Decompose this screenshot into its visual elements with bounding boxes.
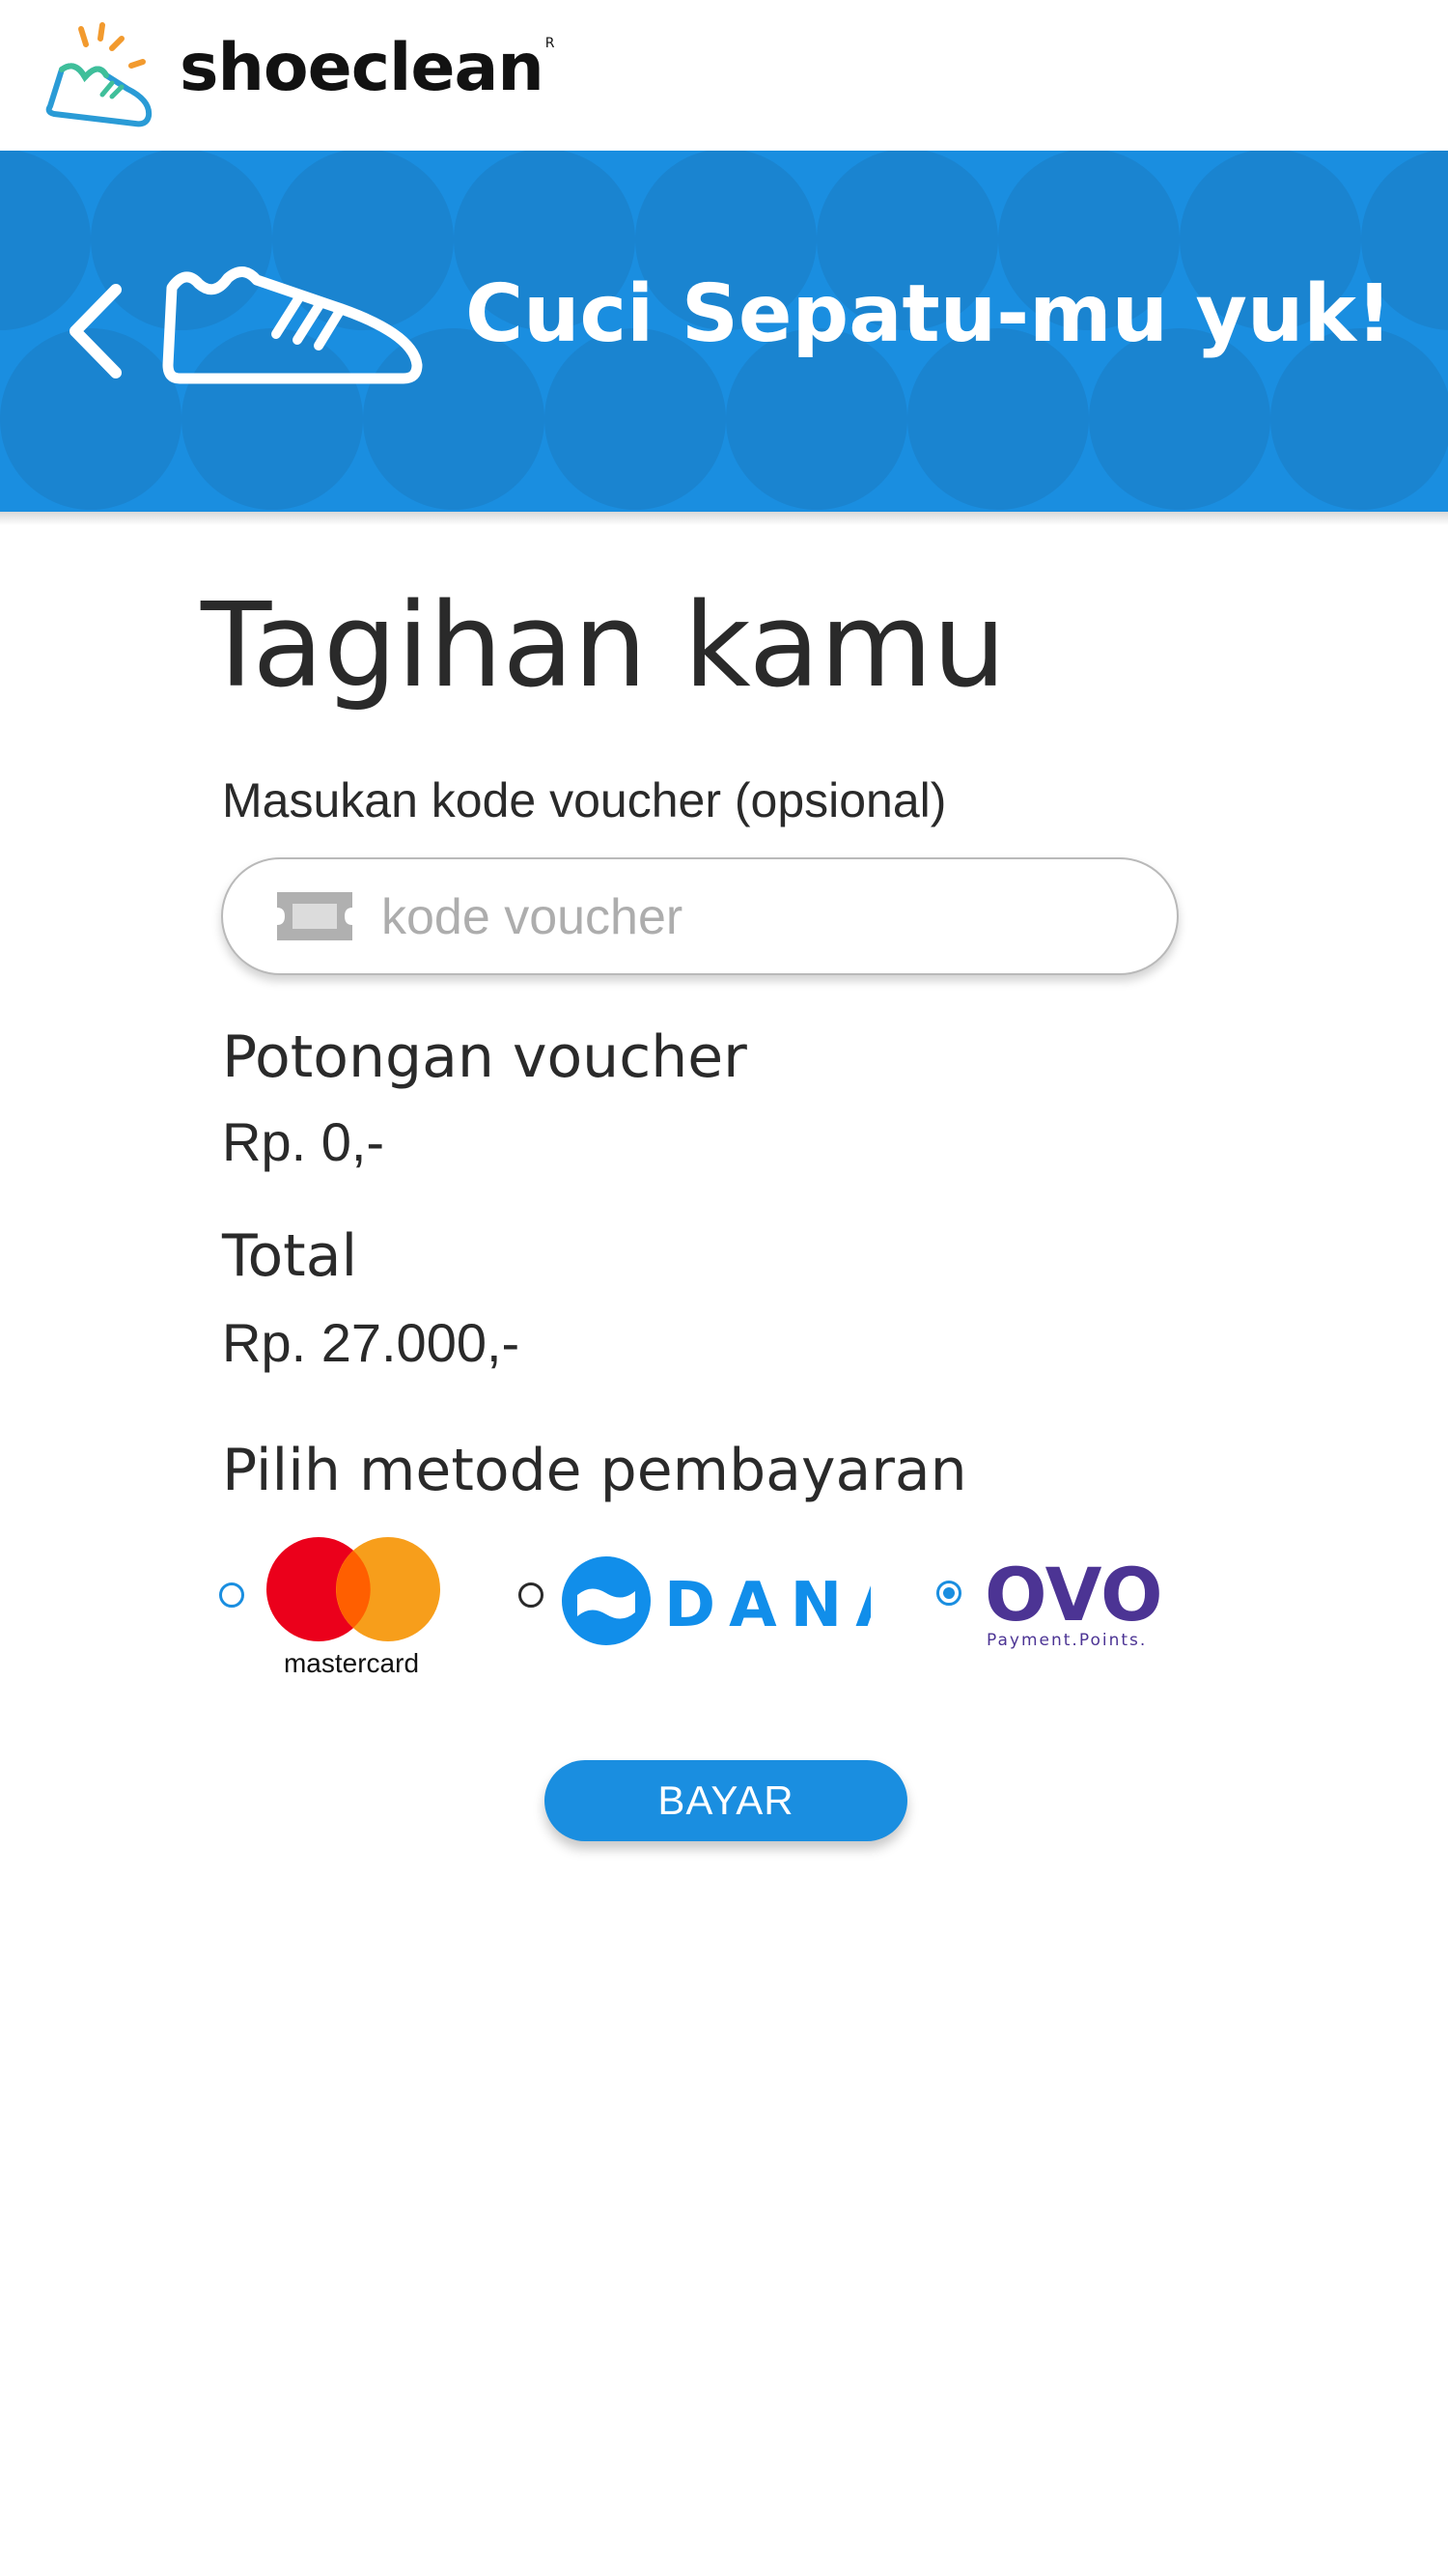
header-title: Cuci Sepatu-mu yuk! <box>465 268 1393 360</box>
discount-value: Rp. 0,- <box>222 1111 385 1172</box>
pay-button[interactable]: BAYAR <box>544 1760 907 1841</box>
radio-mastercard[interactable] <box>219 1582 244 1608</box>
shoe-icon <box>162 266 423 384</box>
payment-method-label: Pilih metode pembayaran <box>222 1437 967 1504</box>
brand-logo[interactable]: shoeclean R <box>42 19 554 127</box>
total-value: Rp. 27.000,- <box>222 1312 520 1373</box>
radio-dana[interactable] <box>518 1582 543 1608</box>
voucher-input[interactable] <box>379 881 1136 954</box>
header-band: Cuci Sepatu-mu yuk! <box>0 151 1448 512</box>
ovo-tagline: Payment.Points. <box>987 1631 1147 1650</box>
ovo-logo-icon[interactable]: OVO Payment.Points. <box>985 1560 1168 1653</box>
back-arrow-icon[interactable] <box>66 280 125 382</box>
radio-ovo[interactable] <box>936 1581 961 1606</box>
mastercard-wordmark: mastercard <box>284 1648 419 1678</box>
voucher-field[interactable] <box>221 857 1179 975</box>
header-shadow <box>0 512 1448 525</box>
top-bar: shoeclean R <box>0 0 1448 151</box>
ticket-icon <box>277 892 352 940</box>
discount-label: Potongan voucher <box>222 1023 747 1091</box>
mastercard-logo-icon[interactable]: mastercard <box>261 1535 444 1678</box>
shoeclean-logo-icon <box>45 22 153 127</box>
dana-wordmark: DANA <box>664 1570 871 1641</box>
dana-logo-icon[interactable]: DANA <box>562 1556 871 1649</box>
ovo-wordmark: OVO <box>985 1560 1163 1638</box>
brand-name: shoeclean R <box>180 29 554 106</box>
payment-options: mastercard DANA OVO Payment.Points. <box>212 1526 1274 1680</box>
total-label: Total <box>222 1222 358 1290</box>
voucher-label: Masukan kode voucher (opsional) <box>222 773 947 827</box>
page-title: Tagihan kamu <box>201 579 1007 714</box>
